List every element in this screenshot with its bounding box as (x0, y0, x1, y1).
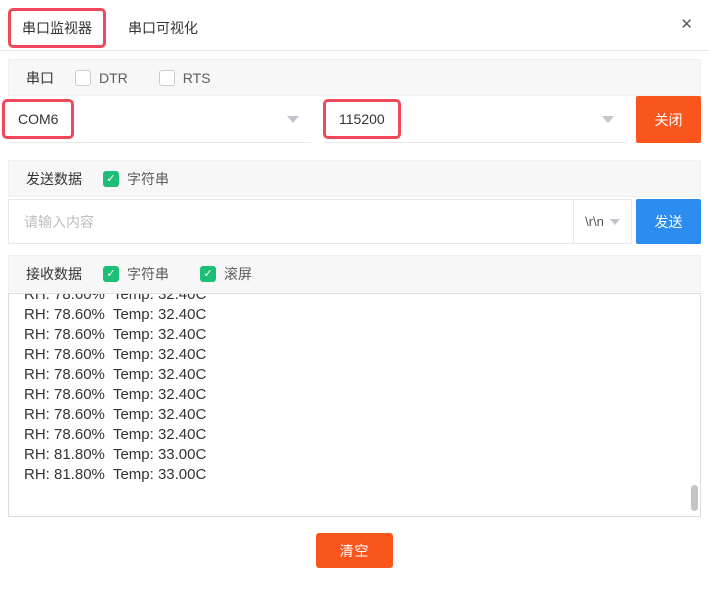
baud-rate-value: 115200 (323, 99, 401, 139)
receive-section-title: 接收数据 (26, 264, 82, 284)
data-line: RH: 78.60% Temp: 32.40C (24, 293, 700, 305)
port-select-value: COM6 (2, 99, 74, 139)
send-input[interactable] (9, 200, 573, 243)
port-select[interactable]: COM6 (8, 96, 311, 143)
receive-data-lines: RH: 78.60% Temp: 32.40C RH: 78.60% Temp:… (24, 293, 700, 485)
receive-string-checkbox[interactable]: ✓ 字符串 (103, 264, 169, 284)
receive-string-checkbox-label: 字符串 (127, 264, 169, 284)
data-line: RH: 78.60% Temp: 32.40C (24, 305, 700, 325)
tab-bar: 串口监视器 串口可视化 ✕ (0, 0, 709, 51)
send-string-checkbox[interactable]: ✓ 字符串 (103, 169, 169, 189)
clear-button[interactable]: 清空 (316, 533, 393, 568)
checkbox-unchecked-icon[interactable] (159, 70, 175, 86)
footer: 清空 (0, 533, 709, 568)
checkbox-unchecked-icon[interactable] (75, 70, 91, 86)
close-port-button[interactable]: 关闭 (636, 96, 701, 143)
tab-serial-visualization[interactable]: 串口可视化 (128, 18, 198, 38)
receive-data-area[interactable]: RH: 78.60% Temp: 32.40C RH: 78.60% Temp:… (8, 293, 701, 517)
tab-serial-monitor[interactable]: 串口监视器 (8, 8, 106, 48)
chevron-down-icon (602, 116, 614, 123)
scroll-checkbox-label: 滚屏 (224, 264, 252, 284)
close-icon[interactable]: ✕ (680, 17, 693, 32)
data-line: RH: 78.60% Temp: 32.40C (24, 385, 700, 405)
baud-rate-select[interactable]: 115200 (323, 96, 626, 143)
send-section-header: 发送数据 ✓ 字符串 (8, 160, 701, 197)
data-line: RH: 81.80% Temp: 33.00C (24, 465, 700, 485)
dtr-checkbox-label: DTR (99, 70, 128, 86)
chevron-down-icon (610, 219, 620, 225)
data-line: RH: 78.60% Temp: 32.40C (24, 325, 700, 345)
line-ending-select[interactable]: \r\n (573, 200, 631, 243)
checkbox-checked-icon[interactable]: ✓ (103, 266, 119, 282)
rts-checkbox-label: RTS (183, 70, 211, 86)
send-input-wrap: \r\n (8, 199, 632, 244)
dtr-checkbox[interactable]: DTR (75, 70, 128, 86)
chevron-down-icon (287, 116, 299, 123)
receive-section-header: 接收数据 ✓ 字符串 ✓ 滚屏 (8, 255, 701, 292)
data-line: RH: 81.80% Temp: 33.00C (24, 445, 700, 465)
send-section-title: 发送数据 (26, 169, 82, 189)
port-section-header: 串口 DTR RTS (8, 59, 701, 96)
send-button[interactable]: 发送 (636, 199, 701, 244)
scroll-checkbox[interactable]: ✓ 滚屏 (200, 264, 252, 284)
line-ending-value: \r\n (585, 214, 604, 229)
scrollbar-thumb[interactable] (691, 485, 698, 511)
rts-checkbox[interactable]: RTS (159, 70, 211, 86)
data-line: RH: 78.60% Temp: 32.40C (24, 345, 700, 365)
send-row: \r\n 发送 (8, 199, 701, 244)
data-line: RH: 78.60% Temp: 32.40C (24, 425, 700, 445)
send-string-checkbox-label: 字符串 (127, 169, 169, 189)
port-config-row: COM6 115200 关闭 (8, 96, 701, 143)
checkbox-checked-icon[interactable]: ✓ (103, 171, 119, 187)
port-section-title: 串口 (26, 68, 54, 88)
data-line: RH: 78.60% Temp: 32.40C (24, 365, 700, 385)
checkbox-checked-icon[interactable]: ✓ (200, 266, 216, 282)
data-line: RH: 78.60% Temp: 32.40C (24, 405, 700, 425)
